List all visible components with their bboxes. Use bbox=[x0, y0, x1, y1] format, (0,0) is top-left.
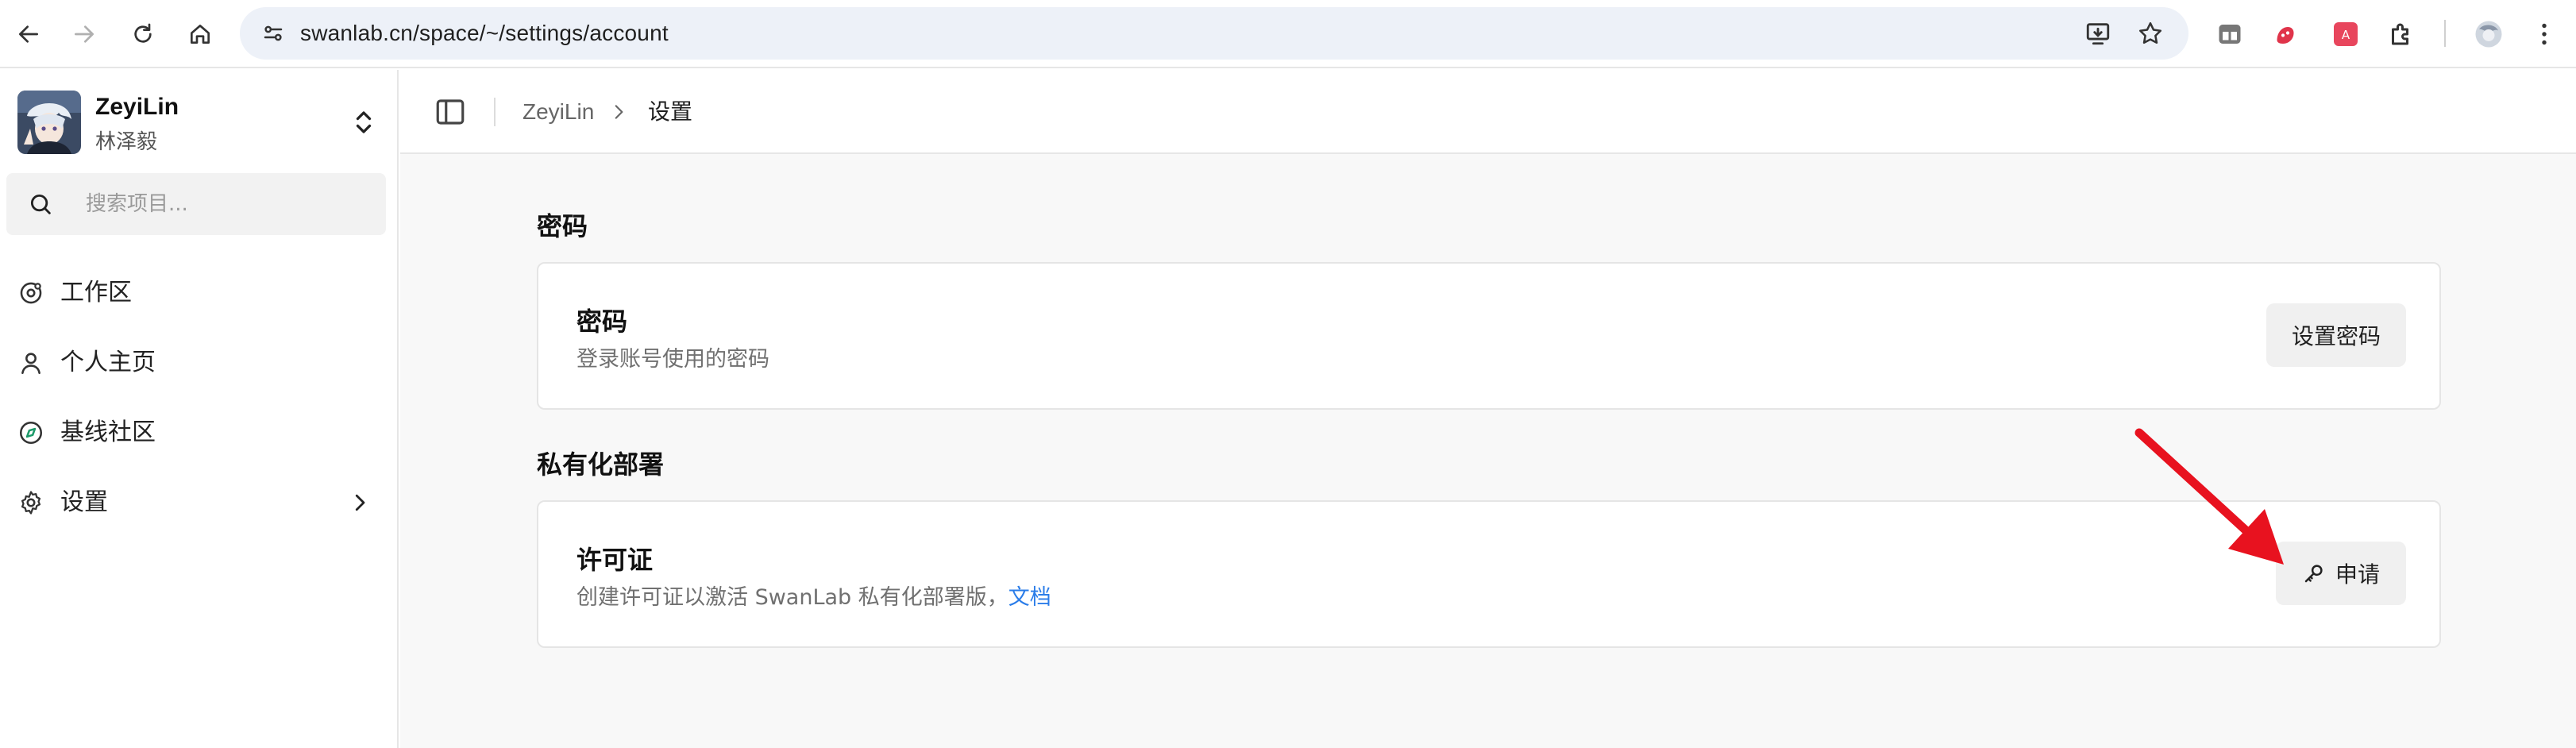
header-divider bbox=[494, 98, 496, 126]
card-description: 创建许可证以激活 SwanLab 私有化部署版，文档 bbox=[577, 580, 1051, 611]
compass-icon bbox=[19, 421, 43, 445]
extension-pink-button[interactable]: A bbox=[2327, 15, 2365, 53]
docs-link[interactable]: 文档 bbox=[1008, 585, 1051, 610]
svg-text:A: A bbox=[2342, 28, 2350, 42]
card-description: 登录账号使用的密码 bbox=[577, 347, 769, 372]
reload-button[interactable] bbox=[124, 15, 162, 53]
section-title-private-deploy: 私有化部署 bbox=[537, 449, 665, 480]
breadcrumb-user[interactable]: ZeyiLin bbox=[523, 70, 594, 154]
bookmark-button[interactable] bbox=[2134, 17, 2166, 49]
sidebar-item-label: 个人主页 bbox=[60, 349, 156, 376]
sidebar-item-label: 工作区 bbox=[60, 279, 132, 307]
address-bar[interactable]: swanlab.cn/space/~/settings/account bbox=[240, 7, 2188, 60]
more-menu-icon bbox=[2542, 23, 2547, 45]
reload-icon bbox=[134, 23, 152, 43]
back-button[interactable] bbox=[10, 15, 48, 53]
sidebar-item-profile[interactable]: 个人主页 bbox=[6, 334, 386, 391]
project-search[interactable] bbox=[6, 173, 386, 235]
main-header: ZeyiLin 设置 bbox=[400, 70, 2576, 154]
url-text[interactable]: swanlab.cn/space/~/settings/account bbox=[300, 7, 669, 60]
sidebar-item-label: 设置 bbox=[60, 488, 108, 516]
tab-search-button[interactable] bbox=[2211, 15, 2249, 53]
sidebar-item-label: 基线社区 bbox=[60, 418, 156, 446]
tab-search-icon bbox=[2219, 25, 2241, 44]
more-menu-button[interactable] bbox=[2525, 15, 2563, 53]
home-button[interactable] bbox=[181, 15, 219, 53]
extension-red-icon bbox=[2277, 27, 2294, 44]
user-icon bbox=[21, 353, 40, 375]
search-icon bbox=[30, 194, 51, 214]
card-description-text: 创建许可证以激活 SwanLab 私有化部署版， bbox=[577, 585, 1008, 610]
card-title: 密码 bbox=[577, 307, 628, 337]
user-subtitle: 林泽毅 bbox=[95, 130, 158, 154]
key-icon bbox=[2304, 565, 2323, 583]
browser-toolbar: swanlab.cn/space/~/settings/account A bbox=[0, 0, 2576, 68]
user-switcher[interactable]: ZeyiLin 林泽毅 bbox=[17, 87, 383, 154]
extensions-puzzle-icon bbox=[2392, 23, 2408, 45]
extension-red-button[interactable] bbox=[2266, 15, 2304, 53]
set-password-button[interactable]: 设置密码 bbox=[2266, 303, 2406, 367]
forward-icon bbox=[75, 25, 94, 43]
install-app-button[interactable] bbox=[2082, 17, 2114, 49]
sidebar-item-workspace[interactable]: 工作区 bbox=[6, 264, 386, 322]
license-card: 许可证 创建许可证以激活 SwanLab 私有化部署版，文档 申请 bbox=[537, 500, 2441, 648]
bookmark-star-icon bbox=[2138, 21, 2162, 44]
search-input[interactable] bbox=[86, 173, 372, 235]
extensions-button[interactable] bbox=[2382, 15, 2420, 53]
forward-button[interactable] bbox=[65, 15, 103, 53]
workspace-icon bbox=[20, 282, 42, 304]
button-label: 设置密码 bbox=[2291, 323, 2381, 349]
breadcrumb-chevron-icon bbox=[615, 105, 623, 119]
sidebar-toggle-icon[interactable] bbox=[434, 95, 467, 129]
user-name: ZeyiLin bbox=[95, 94, 179, 120]
section-title-password: 密码 bbox=[537, 211, 588, 241]
avatar bbox=[17, 91, 81, 154]
back-icon bbox=[19, 25, 38, 43]
site-info-button[interactable] bbox=[256, 16, 291, 51]
card-title: 许可证 bbox=[577, 545, 654, 575]
site-info-icon bbox=[264, 25, 283, 41]
home-icon bbox=[191, 25, 210, 44]
main-content: ZeyiLin 设置 密码 密码 登录账号使用的密码 设置密码 私有化部署 许可… bbox=[400, 70, 2576, 748]
apply-license-button[interactable]: 申请 bbox=[2276, 542, 2406, 605]
button-label: 申请 bbox=[2335, 561, 2380, 588]
profile-button[interactable] bbox=[2470, 15, 2508, 53]
chevrons-up-down-icon bbox=[356, 111, 372, 133]
sidebar: ZeyiLin 林泽毅 工作区 个人主页 基线社区 设置 bbox=[0, 70, 399, 748]
sidebar-item-community[interactable]: 基线社区 bbox=[6, 404, 386, 461]
gear-icon bbox=[21, 491, 41, 515]
password-card: 密码 登录账号使用的密码 设置密码 bbox=[537, 262, 2441, 410]
toolbar-divider bbox=[2444, 20, 2446, 47]
sidebar-item-settings[interactable]: 设置 bbox=[6, 474, 386, 531]
profile-avatar-icon bbox=[2475, 21, 2502, 48]
install-app-icon bbox=[2086, 23, 2110, 45]
chevron-right-icon bbox=[355, 494, 365, 511]
breadcrumb-current: 设置 bbox=[648, 98, 693, 125]
extension-pink-icon: A bbox=[2334, 22, 2358, 46]
